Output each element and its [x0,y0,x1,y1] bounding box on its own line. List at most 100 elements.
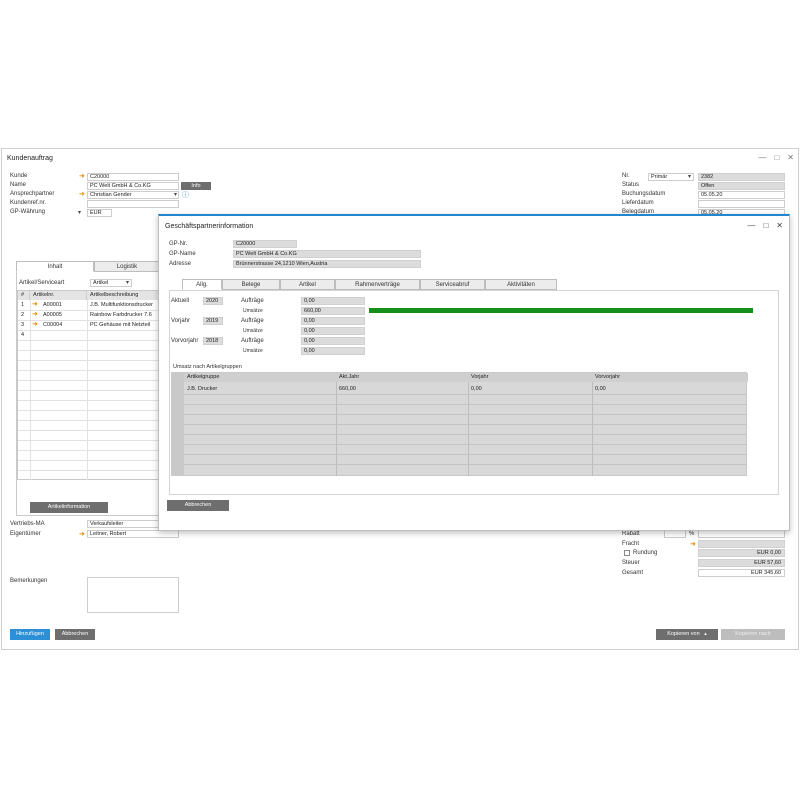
period-prev2-label: Vorvorjahr [171,338,199,344]
number-label: Nr. [622,173,630,179]
sales-bar-current [369,308,753,313]
orders-label: Aufträge [241,318,264,324]
orders-prev2: 0,00 [301,337,365,345]
article-info-button[interactable]: Artikelinformation [30,502,108,513]
discount-amount-field[interactable] [698,530,785,538]
period-current-label: Aktuell [171,298,190,304]
status-field: Offen [698,182,785,190]
posting-date-label: Buchungsdatum [622,191,666,197]
copy-to-label: Kopieren nach [735,631,771,637]
item-type-label: Artikel/Serviceart [19,280,65,286]
total-label: Gesamt [622,570,644,576]
row-selector-column [172,373,184,476]
window-title: Kundenauftrag [7,155,53,162]
tab-logistics[interactable]: Logistik [94,261,160,272]
tab-framework-contracts[interactable]: Rahmenverträge [335,279,420,290]
row-number: 1 [21,302,25,308]
owner-label: Eigentümer [10,531,41,537]
chevron-down-icon[interactable]: ▾ [174,191,177,198]
bp-name-field: PC Welt GmbH & Co.KG [233,250,421,258]
tab-general[interactable]: Allg. [182,279,222,290]
copy-to-button[interactable]: Kopieren nach [721,629,785,640]
row-description[interactable]: Rainbow Farbdrucker 7.6 [87,311,160,320]
maximize-icon[interactable]: □ [774,153,779,162]
chevron-down-icon[interactable]: ▾ [688,173,691,180]
maximize-icon[interactable]: □ [763,221,768,230]
sales-current: 660,00 [301,307,365,315]
sales-label: Umsätze [243,308,263,314]
link-arrow-icon[interactable]: ➜ [32,311,40,318]
orders-label: Aufträge [241,298,264,304]
cancel-button[interactable]: Abbrechen [55,629,95,640]
orders-prev: 0,00 [301,317,365,325]
rounding-field: EUR 0,00 [698,549,785,557]
link-arrow-icon[interactable]: ➜ [79,191,87,198]
copy-from-button[interactable]: Kopieren von ▴ [656,629,718,640]
link-arrow-icon[interactable]: ➜ [79,173,87,180]
delivery-date-field[interactable] [698,200,785,208]
group-section-title: Umsatz nach Artikelgruppen [173,364,242,370]
help-icon[interactable]: ⓘ [182,190,189,200]
contact-field[interactable]: Christian Gender [87,191,179,199]
bp-number-label: GP-Nr. [169,241,188,247]
grid-header-prev2-year: Vorvorjahr [592,373,748,382]
name-label: Name [10,182,27,188]
link-arrow-icon[interactable]: ➜ [690,541,698,548]
posting-date-field[interactable]: 05.05.20 [698,191,785,199]
year-prev2: 2018 [203,337,223,345]
tab-articles[interactable]: Artikel [280,279,335,290]
add-button[interactable]: Hinzufügen [10,629,50,640]
address-field: Brünnerstrasse 24,1210 Wien,Austria [233,260,421,268]
rounding-checkbox[interactable] [624,550,630,556]
grid-header-item-number: Artikelnr. [30,291,87,300]
address-label: Adresse [169,261,192,267]
row-item-number[interactable]: A00001 [40,301,86,310]
total-field: EUR 345,60 [698,569,785,577]
delivery-date-label: Lieferdatum [622,200,654,206]
row-item-number[interactable]: C00004 [40,321,86,330]
tab-activities[interactable]: Aktivitäten [485,279,557,290]
row-item-number[interactable]: A00005 [40,311,86,320]
link-arrow-icon[interactable]: ➜ [32,321,40,328]
currency-field[interactable]: EUR [87,209,112,217]
customer-label: Kunde [10,173,28,179]
contact-label: Ansprechpartner [10,191,55,197]
items-grid: # Artikelnr. Artikelbeschreibung 1 ➜ A00… [17,290,161,480]
grid-header-number: # [18,291,30,300]
freight-label: Fracht [622,541,640,547]
owner-field[interactable]: Leitner, Robert [87,530,179,538]
grid-header-description: Artikelbeschreibung [87,291,161,300]
row-description[interactable]: J.B. Multifunktionsdrucker [87,301,160,310]
sales-prev: 0,00 [301,327,365,335]
info-button[interactable]: Info [181,182,211,190]
orders-current: 0,00 [301,297,365,305]
status-label: Status [622,182,640,188]
bp-number-field: C20000 [233,240,297,248]
link-arrow-icon[interactable]: ➜ [79,531,87,538]
period-prev-label: Vorjahr [171,318,191,324]
year-current: 2020 [203,297,223,305]
close-icon[interactable]: ✕ [776,221,783,230]
chevron-down-icon[interactable]: ▾ [78,209,81,216]
grid-header-prev-year: Vorjahr [468,373,592,382]
close-icon[interactable]: ✕ [787,153,794,162]
row-description[interactable]: PC Gehäuse mit Netzteil [87,321,160,330]
name-field[interactable]: PC Welt GmbH & Co.KG [87,182,179,190]
window-controls: — □ ✕ [758,153,794,162]
tab-content[interactable]: Inhalt [16,261,94,272]
minimize-icon[interactable]: — [758,153,766,162]
discount-percent-field[interactable] [664,530,686,538]
minimize-icon[interactable]: — [747,221,755,230]
chevron-down-icon[interactable]: ▾ [126,279,129,286]
link-arrow-icon[interactable]: ➜ [32,301,40,308]
tax-label: Steuer [622,560,640,566]
tab-service-calls[interactable]: Serviceabruf [420,279,485,290]
tab-documents[interactable]: Belege [222,279,280,290]
copy-from-label: Kopieren von [667,631,700,637]
dialog-cancel-button[interactable]: Abbrechen [167,500,229,511]
row-number: 2 [21,312,25,318]
remarks-field[interactable] [87,577,179,613]
customer-field[interactable]: C20000 [87,173,179,181]
sales-label: Umsätze [243,348,263,354]
customer-ref-field[interactable] [87,200,179,208]
